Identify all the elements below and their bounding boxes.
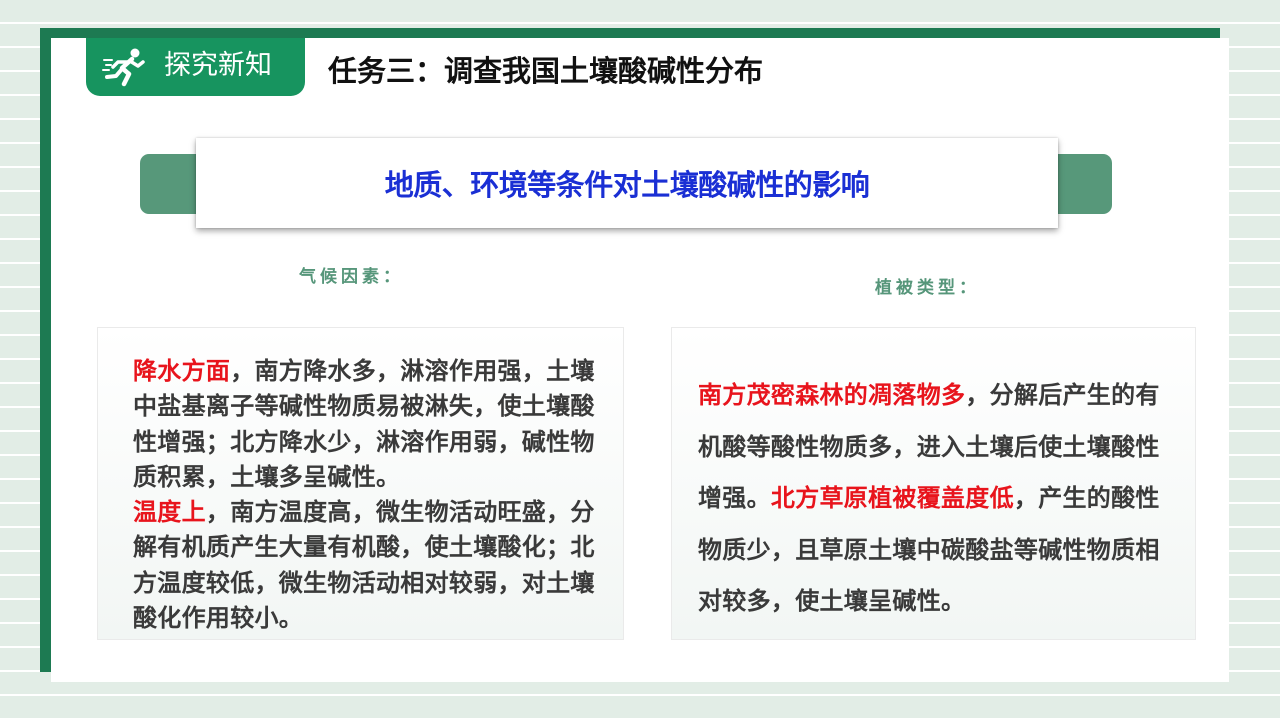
banner: 地质、环境等条件对土壤酸碱性的影响	[196, 138, 1058, 228]
section-tag: 探究新知	[86, 38, 305, 96]
climate-panel: 降水方面，南方降水多，淋溶作用强，土壤中盐基离子等碱性物质易被淋失，使土壤酸性增…	[97, 327, 624, 640]
climate-factor-label: 气候因素：	[299, 267, 404, 287]
vegetation-panel-text: 南方茂密森林的凋落物多，分解后产生的有机酸等酸性物质多，进入土壤后使土壤酸性增强…	[698, 370, 1178, 628]
page-title: 任务三：调查我国土壤酸碱性分布	[328, 54, 764, 88]
climate-panel-text: 降水方面，南方降水多，淋溶作用强，土壤中盐基离子等碱性物质易被淋失，使土壤酸性增…	[133, 354, 608, 636]
temperature-highlight: 温度上	[133, 498, 206, 527]
north-grassland-highlight: 北方草原植被覆盖度低	[770, 484, 1014, 512]
running-person-icon	[102, 48, 145, 87]
south-forest-highlight: 南方茂密森林的凋落物多	[698, 381, 966, 409]
section-tag-label: 探究新知	[164, 50, 272, 81]
vegetation-panel: 南方茂密森林的凋落物多，分解后产生的有机酸等酸性物质多，进入土壤后使土壤酸性增强…	[671, 327, 1196, 640]
rainfall-highlight: 降水方面	[133, 357, 231, 385]
banner-heading: 地质、环境等条件对土壤酸碱性的影响	[384, 168, 870, 202]
vegetation-factor-label: 植被类型：	[875, 278, 980, 298]
